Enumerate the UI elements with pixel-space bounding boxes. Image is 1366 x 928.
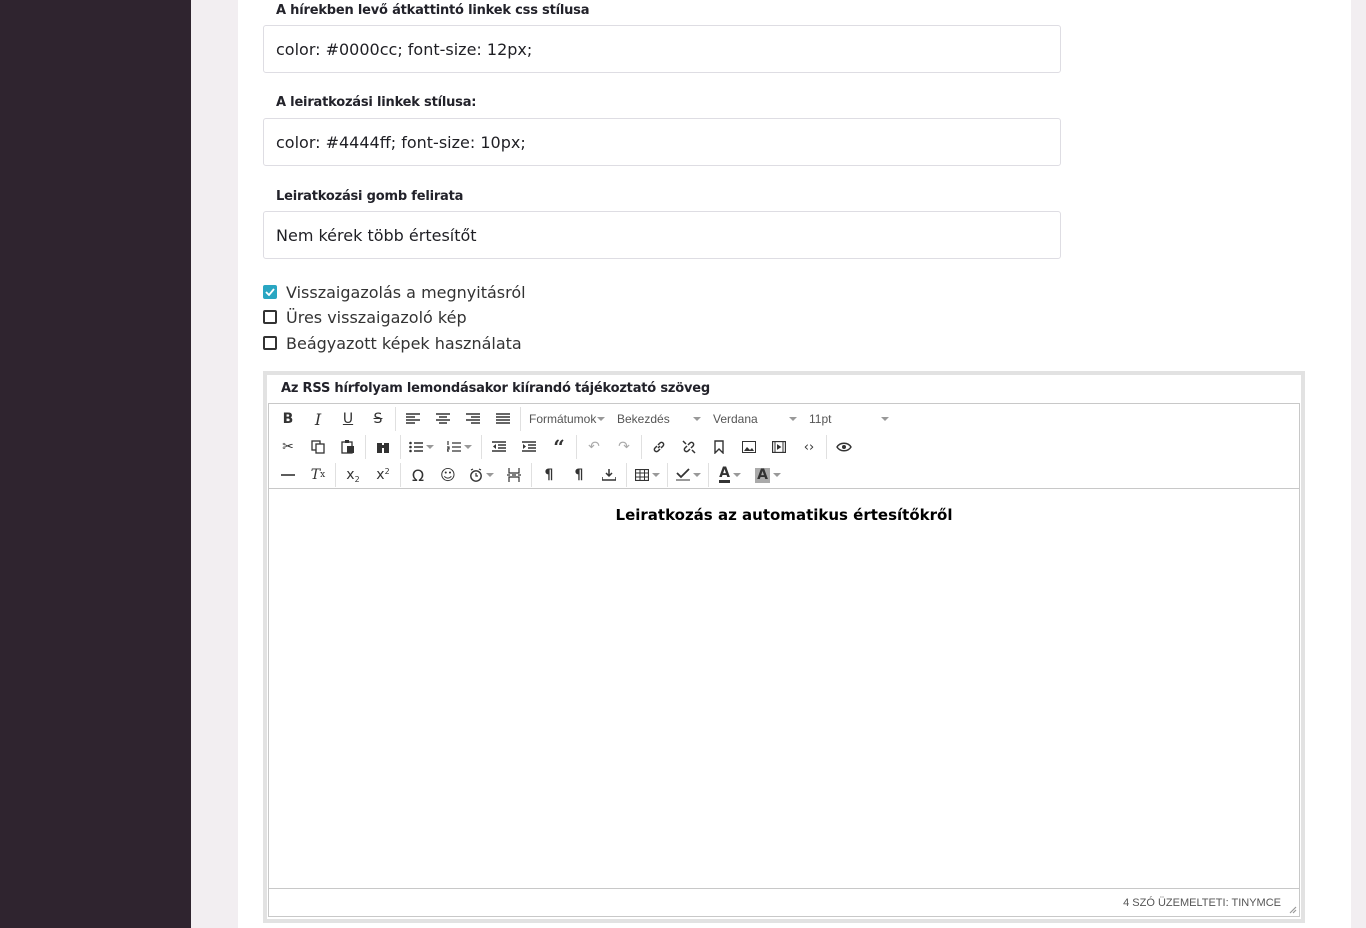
paste-icon[interactable] bbox=[333, 434, 363, 460]
checkbox-label: Visszaigazolás a megnyitásról bbox=[286, 282, 526, 302]
unsubscribe-link-style-input[interactable] bbox=[263, 118, 1061, 166]
editor-toolbar: B I U S Formátumok Bekezdés Verdana 11pt bbox=[269, 404, 1299, 489]
chevron-down-icon bbox=[693, 417, 701, 421]
content-heading: Leiratkozás az automatikus értesítőkről bbox=[615, 506, 953, 524]
table-icon[interactable] bbox=[629, 462, 665, 488]
link-icon[interactable] bbox=[644, 434, 674, 460]
tinymce-editor: B I U S Formátumok Bekezdés Verdana 11pt bbox=[268, 403, 1300, 917]
toolbar-row-3: Tx x2 x2 Ω ☺ ¶ ¶ A A bbox=[273, 462, 787, 488]
font-family-dropdown[interactable]: Verdana bbox=[707, 406, 803, 432]
subscript-icon[interactable]: x2 bbox=[338, 462, 368, 488]
chevron-down-icon bbox=[881, 417, 889, 421]
editor-statusbar: 4 SZÓ ÜZEMELTETI: TINYMCE bbox=[269, 888, 1299, 916]
align-justify-icon[interactable] bbox=[488, 406, 518, 432]
cut-icon[interactable]: ✂ bbox=[273, 434, 303, 460]
checkbox-label: Beágyazott képek használata bbox=[286, 333, 522, 353]
superscript-icon[interactable]: x2 bbox=[368, 462, 398, 488]
bold-icon[interactable]: B bbox=[273, 406, 303, 432]
news-link-style-input[interactable] bbox=[263, 25, 1061, 73]
special-character-icon[interactable]: Ω bbox=[403, 462, 433, 488]
media-icon[interactable] bbox=[764, 434, 794, 460]
block-format-dropdown[interactable]: Bekezdés bbox=[611, 406, 707, 432]
bullet-list-icon[interactable] bbox=[403, 434, 439, 460]
font-size-dropdown[interactable]: 11pt bbox=[803, 406, 895, 432]
undo-icon[interactable]: ↶ bbox=[579, 434, 609, 460]
clear-formatting-icon[interactable]: Tx bbox=[303, 462, 333, 488]
editor-content-area[interactable]: Leiratkozás az automatikus értesítőkről bbox=[269, 489, 1299, 887]
align-center-icon[interactable] bbox=[428, 406, 458, 432]
outdent-icon[interactable] bbox=[484, 434, 514, 460]
bookmark-icon[interactable] bbox=[704, 434, 734, 460]
formats-dropdown[interactable]: Formátumok bbox=[523, 406, 611, 432]
toolbar-row-1: B I U S Formátumok Bekezdés Verdana 11pt bbox=[273, 406, 895, 432]
align-right-icon[interactable] bbox=[458, 406, 488, 432]
chevron-down-icon bbox=[789, 417, 797, 421]
ltr-paragraph-icon[interactable]: ¶ bbox=[534, 462, 564, 488]
horizontal-rule-icon[interactable] bbox=[273, 462, 303, 488]
numbered-list-icon[interactable] bbox=[439, 434, 479, 460]
word-count-status: 4 SZÓ ÜZEMELTETI: TINYMCE bbox=[1123, 897, 1281, 909]
insert-datetime-icon[interactable] bbox=[463, 462, 499, 488]
checkbox-embedded-images[interactable]: Beágyazott képek használata bbox=[263, 333, 522, 353]
checkbox-empty-confirmation-image[interactable]: Üres visszaigazoló kép bbox=[263, 307, 467, 327]
find-replace-icon[interactable] bbox=[368, 434, 398, 460]
checkbox-open-confirmation[interactable]: Visszaigazolás a megnyitásról bbox=[263, 282, 526, 302]
page-break-icon[interactable] bbox=[499, 462, 529, 488]
editor-label: Az RSS hírfolyam lemondásakor kiírandó t… bbox=[281, 381, 710, 396]
emoticons-icon[interactable]: ☺ bbox=[433, 462, 463, 488]
strikethrough-icon[interactable]: S bbox=[363, 406, 393, 432]
italic-icon[interactable]: I bbox=[303, 406, 333, 432]
field-label-unsubscribe-button-text: Leiratkozási gomb felirata bbox=[276, 189, 464, 204]
sidebar bbox=[0, 0, 191, 928]
toolbar-row-2: ✂ “ ↶ ↷ ‹› bbox=[273, 434, 859, 460]
indent-icon[interactable] bbox=[514, 434, 544, 460]
copy-icon[interactable] bbox=[303, 434, 333, 460]
checkbox-unchecked-icon[interactable] bbox=[263, 336, 277, 350]
text-color-icon[interactable]: A bbox=[711, 462, 749, 488]
underline-icon[interactable]: U bbox=[333, 406, 363, 432]
checkbox-label: Üres visszaigazoló kép bbox=[286, 307, 467, 327]
rtl-paragraph-icon[interactable]: ¶ bbox=[564, 462, 594, 488]
spellcheck-icon[interactable] bbox=[670, 462, 706, 488]
resize-handle-icon[interactable] bbox=[1287, 904, 1297, 914]
unlink-icon[interactable] bbox=[674, 434, 704, 460]
checkbox-checked-icon[interactable] bbox=[263, 285, 277, 299]
unsubscribe-button-text-input[interactable] bbox=[263, 211, 1061, 259]
field-label-unsubscribe-link-style: A leiratkozási linkek stílusa: bbox=[276, 95, 477, 110]
preview-eye-icon[interactable] bbox=[829, 434, 859, 460]
rich-text-editor-section: Az RSS hírfolyam lemondásakor kiírandó t… bbox=[263, 371, 1305, 923]
redo-icon[interactable]: ↷ bbox=[609, 434, 639, 460]
checkbox-unchecked-icon[interactable] bbox=[263, 310, 277, 324]
template-insert-icon[interactable] bbox=[594, 462, 624, 488]
field-label-news-link-style: A hírekben levő átkattintó linkek css st… bbox=[276, 3, 590, 18]
code-icon[interactable]: ‹› bbox=[794, 434, 824, 460]
align-left-icon[interactable] bbox=[398, 406, 428, 432]
image-icon[interactable] bbox=[734, 434, 764, 460]
blockquote-icon[interactable]: “ bbox=[544, 434, 574, 460]
background-color-icon[interactable]: A bbox=[749, 462, 787, 488]
chevron-down-icon bbox=[597, 417, 605, 421]
